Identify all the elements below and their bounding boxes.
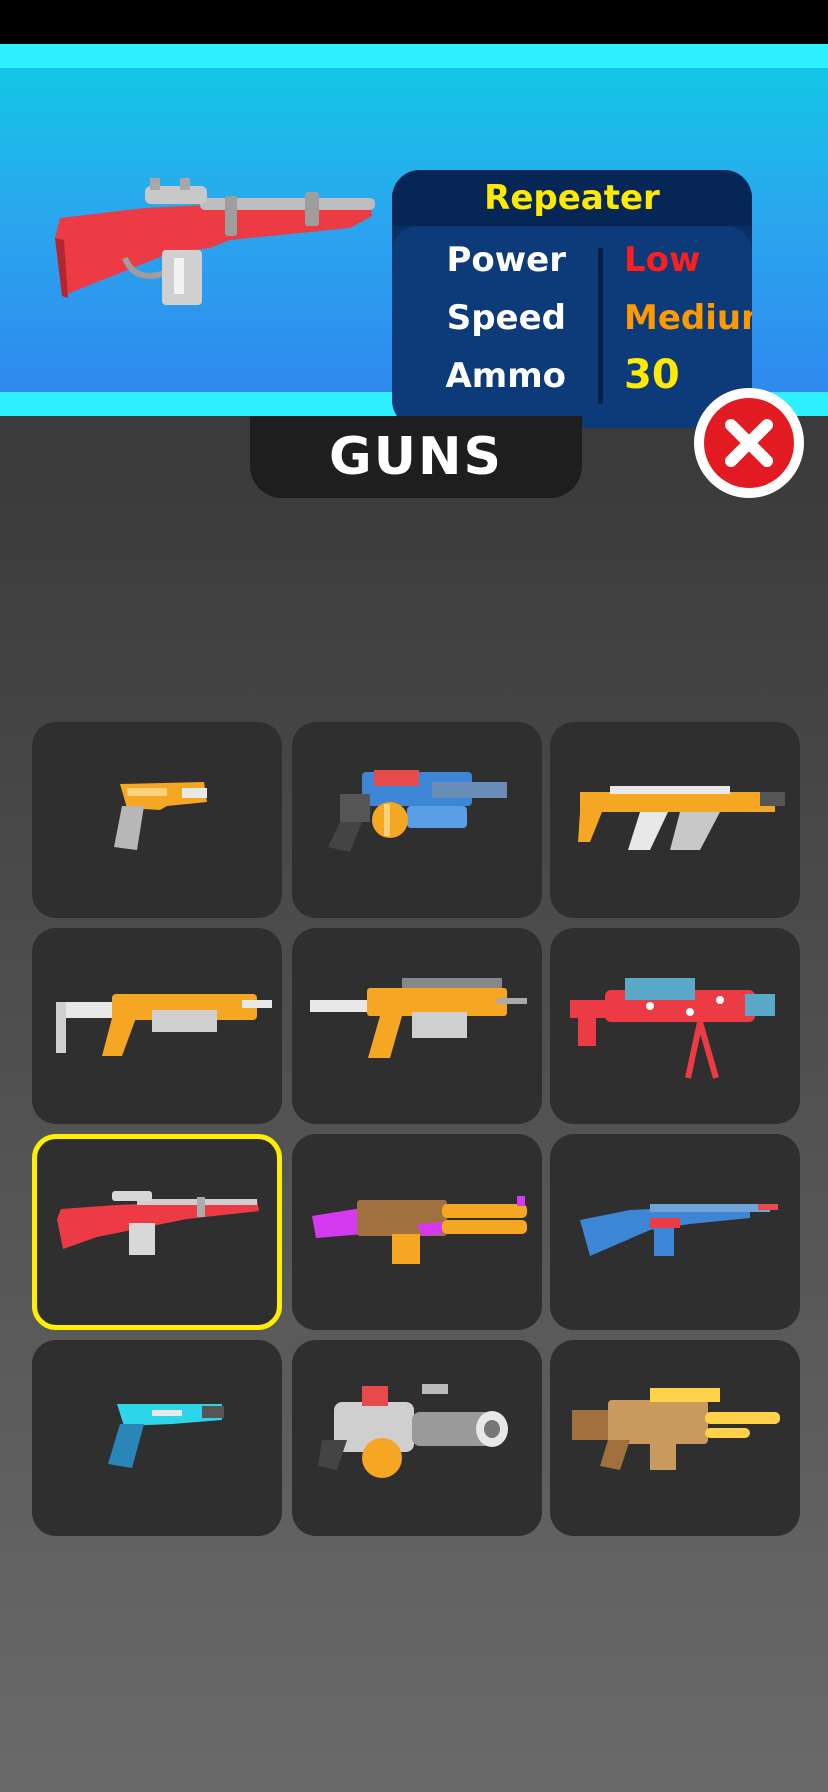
blue-rifle-icon bbox=[580, 1204, 778, 1256]
stat-row-speed: Speed Medium bbox=[392, 298, 752, 356]
orange-assault-rifle-icon bbox=[310, 978, 527, 1058]
gun-slot-3[interactable] bbox=[550, 722, 800, 918]
gun-slot-12[interactable] bbox=[550, 1340, 800, 1536]
stat-value-speed: Medium bbox=[624, 298, 752, 338]
weapon-info-panel: Repeater Power Low Speed Medium Ammo 30 bbox=[0, 44, 828, 428]
weapon-name: Repeater bbox=[392, 170, 752, 226]
orange-smg-icon bbox=[578, 786, 785, 850]
stat-value-ammo: 30 bbox=[624, 352, 680, 398]
stat-label-speed: Speed bbox=[446, 298, 566, 338]
gun-slot-5[interactable] bbox=[292, 928, 542, 1124]
section-title-tab: GUNS bbox=[250, 416, 582, 498]
red-repeater-rifle-icon bbox=[55, 178, 375, 305]
gun-grid bbox=[32, 722, 800, 1538]
gray-minigun-icon bbox=[318, 1384, 508, 1478]
gun-slot-2[interactable] bbox=[292, 722, 542, 918]
gun-slot-4[interactable] bbox=[32, 928, 282, 1124]
orange-pistol-icon bbox=[114, 782, 207, 850]
purple-brown-launcher-icon bbox=[312, 1196, 527, 1264]
red-repeater-rifle-icon bbox=[57, 1191, 259, 1255]
status-bar bbox=[0, 0, 828, 44]
red-blue-machine-gun-icon bbox=[570, 978, 775, 1079]
weapon-stats-card: Repeater Power Low Speed Medium Ammo 30 bbox=[392, 170, 752, 428]
stats-body: Power Low Speed Medium Ammo 30 bbox=[392, 226, 752, 428]
gun-slot-1[interactable] bbox=[32, 722, 282, 918]
stat-row-ammo: Ammo 30 bbox=[392, 352, 752, 414]
close-button[interactable] bbox=[694, 388, 804, 498]
cyan-pistol-icon bbox=[108, 1404, 224, 1468]
gun-slot-10[interactable] bbox=[32, 1340, 282, 1536]
white-orange-shotgun-icon bbox=[56, 994, 272, 1056]
gun-slot-6[interactable] bbox=[550, 928, 800, 1124]
close-x-icon bbox=[704, 398, 794, 488]
blue-drum-shotgun-icon bbox=[328, 770, 507, 852]
stat-value-power: Low bbox=[624, 240, 701, 280]
stat-label-ammo: Ammo bbox=[445, 356, 566, 396]
brown-gold-heavy-gun-icon bbox=[572, 1388, 780, 1470]
gun-slot-9[interactable] bbox=[550, 1134, 800, 1330]
gun-slot-8[interactable] bbox=[292, 1134, 542, 1330]
gun-slot-11[interactable] bbox=[292, 1340, 542, 1536]
gun-slot-7[interactable] bbox=[32, 1134, 282, 1330]
stat-label-power: Power bbox=[446, 240, 566, 280]
stat-row-power: Power Low bbox=[392, 240, 752, 298]
